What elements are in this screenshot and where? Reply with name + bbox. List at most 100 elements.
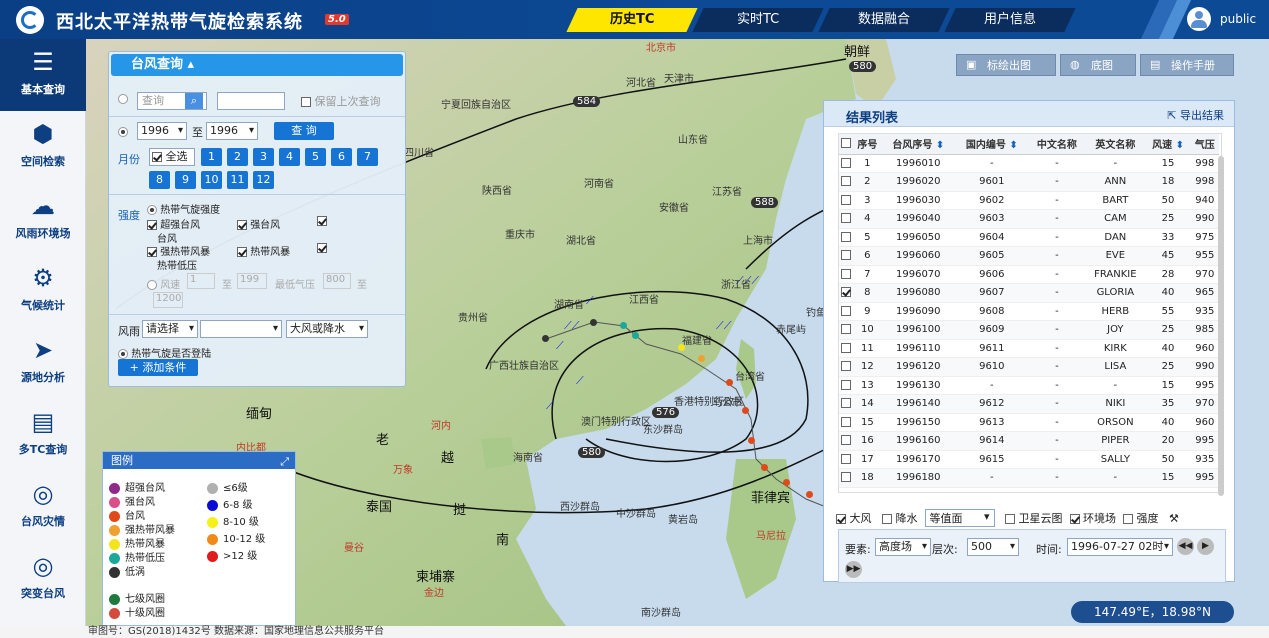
tc-intensity-radio[interactable] [147, 205, 157, 215]
table-row[interactable]: 1 1996010- - -15 998 [839, 154, 1219, 173]
table-row[interactable]: 15 1996150 9613- ORSON 40 960 [839, 413, 1219, 432]
track-point[interactable] [806, 491, 813, 498]
row-checkbox[interactable] [841, 157, 852, 168]
col-check[interactable] [839, 134, 854, 155]
track-point[interactable] [698, 355, 705, 362]
track-point[interactable] [783, 479, 790, 486]
level-checkbox[interactable] [317, 243, 327, 253]
month-button[interactable]: 11 [227, 171, 248, 189]
add-condition-button[interactable]: + 添加条件 [118, 359, 198, 376]
track-point[interactable] [632, 332, 639, 339]
level-checkbox[interactable] [237, 247, 247, 257]
table-row[interactable]: 14 1996140 9612- NIKI 35 970 [839, 394, 1219, 414]
sidebar-item-source-analysis[interactable]: ➤ 源地分析 [0, 327, 86, 399]
search-extra-input[interactable] [217, 92, 285, 110]
search-icon[interactable]: ⌕ [185, 93, 203, 109]
row-checkbox[interactable] [841, 342, 852, 353]
level-checkbox[interactable] [237, 220, 247, 230]
next-time-button[interactable]: ▶ [1197, 538, 1214, 555]
layer-checkbox[interactable] [882, 514, 892, 524]
row-checkbox[interactable] [841, 361, 852, 372]
track-point[interactable] [542, 335, 549, 342]
table-row[interactable]: 12 1996120 9610- LISA 25 990 [839, 357, 1219, 377]
pressure-from[interactable]: 800 [323, 273, 351, 289]
prev-time-button[interactable]: ◀◀ [1177, 538, 1194, 555]
layer-checkbox[interactable] [836, 514, 846, 524]
results-scrollbar[interactable] [1218, 156, 1224, 496]
table-row[interactable]: 16 1996160 9614- PIPER 20 995 [839, 431, 1219, 451]
sidebar-item-sudden[interactable]: ◎ 突变台风 [0, 543, 86, 615]
search-mode-radio[interactable] [118, 94, 128, 104]
sidebar-item-multi-tc[interactable]: ▤ 多TC查询 [0, 399, 86, 471]
row-checkbox[interactable] [841, 268, 852, 279]
row-checkbox[interactable] [841, 213, 852, 224]
track-point[interactable] [761, 464, 768, 471]
row-checkbox[interactable] [841, 435, 852, 446]
wind-speed-radio[interactable] [147, 280, 157, 290]
select-all-months[interactable]: 全选 [149, 148, 195, 166]
tab-data-fusion[interactable]: 数据融合 [818, 8, 950, 32]
sidebar-item-spatial-search[interactable]: ⬢ 空间检索 [0, 111, 86, 183]
layer-checkbox[interactable] [1123, 514, 1133, 524]
track-point[interactable] [748, 437, 755, 444]
month-button[interactable]: 12 [253, 171, 274, 189]
wind-rain-type-select[interactable]: 大风或降水 [286, 320, 368, 338]
keep-last-checkbox[interactable] [301, 97, 311, 107]
tab-history-tc[interactable]: 历史TC [566, 8, 698, 32]
export-results-button[interactable]: ⇱ 导出结果 [1167, 107, 1224, 123]
tab-realtime-tc[interactable]: 实时TC [692, 8, 824, 32]
wrench-icon[interactable]: ⚒ [1169, 512, 1179, 525]
row-checkbox[interactable] [841, 472, 852, 483]
sidebar-item-wind-rain[interactable]: ☁ 风雨环境场 [0, 183, 86, 255]
table-row[interactable]: 18 1996180- - -15 995 [839, 468, 1219, 488]
sidebar-item-disaster[interactable]: ◎ 台风灾情 [0, 471, 86, 543]
play-button[interactable]: ▶▶ [845, 561, 862, 578]
year-to-select[interactable]: 1996 [206, 122, 258, 140]
month-button[interactable]: 10 [201, 171, 222, 189]
month-button[interactable]: 1 [201, 148, 222, 166]
track-point[interactable] [726, 379, 733, 386]
row-checkbox[interactable] [841, 287, 852, 298]
month-button[interactable]: 3 [253, 148, 274, 166]
level-checkbox[interactable] [147, 247, 157, 257]
table-row[interactable]: 3 1996030 9602- BART 50 940 [839, 191, 1219, 210]
contour-select[interactable]: 等值面 ▾ [924, 509, 995, 527]
table-row[interactable]: 13 1996130- - -15 995 [839, 376, 1219, 395]
row-checkbox[interactable] [841, 398, 852, 409]
level-select[interactable]: 500 [967, 538, 1019, 556]
track-point[interactable] [590, 319, 597, 326]
layer-checkbox[interactable] [1069, 514, 1080, 524]
row-checkbox[interactable] [841, 324, 852, 335]
sidebar-item-climate-stats[interactable]: ⚙ 气候统计 [0, 255, 86, 327]
table-row[interactable]: 7 1996070 9606- FRANKIE 28 970 [839, 265, 1219, 284]
level-checkbox[interactable] [317, 216, 327, 226]
wind-speed-to[interactable]: 199 [237, 273, 267, 289]
month-button[interactable]: 4 [279, 148, 300, 166]
pressure-to[interactable]: 1200 [153, 292, 183, 308]
user-avatar-icon[interactable] [1187, 7, 1211, 31]
row-checkbox[interactable] [841, 194, 852, 205]
row-checkbox[interactable] [841, 416, 852, 427]
table-row[interactable]: 10 1996100 9609- JOY 25 985 [839, 320, 1219, 340]
table-row[interactable]: 8 1996080 9607- GLORIA 40 965 [839, 283, 1219, 303]
month-button[interactable]: 6 [331, 148, 352, 166]
table-row[interactable]: 5 1996050 9604- DAN 33 975 [839, 228, 1219, 247]
row-checkbox[interactable] [841, 250, 852, 261]
wind-speed-from[interactable]: 1 [187, 273, 215, 289]
month-button[interactable]: 9 [175, 171, 196, 189]
table-row[interactable]: 4 1996040 9603- CAM 25 990 [839, 209, 1219, 229]
user-name[interactable]: public [1220, 12, 1256, 26]
elem-select[interactable]: 高度场 [875, 538, 931, 556]
month-button[interactable]: 5 [305, 148, 326, 166]
year-from-select[interactable]: 1996 [137, 122, 187, 140]
table-row[interactable]: 9 1996090 9608- HERB 55 935 [839, 302, 1219, 321]
layer-checkbox[interactable] [1005, 514, 1015, 524]
row-checkbox[interactable] [841, 379, 852, 390]
year-mode-radio[interactable] [118, 127, 128, 137]
track-point[interactable] [742, 407, 749, 414]
table-row[interactable]: 6 1996060 9605- EVE 45 955 [839, 246, 1219, 266]
landfall-radio[interactable] [118, 349, 128, 359]
col-header[interactable]: 风速 ⬍ [1145, 134, 1191, 155]
query-button[interactable]: 查 询 [274, 122, 334, 140]
wind-rain-select[interactable]: 请选择 [142, 320, 198, 338]
